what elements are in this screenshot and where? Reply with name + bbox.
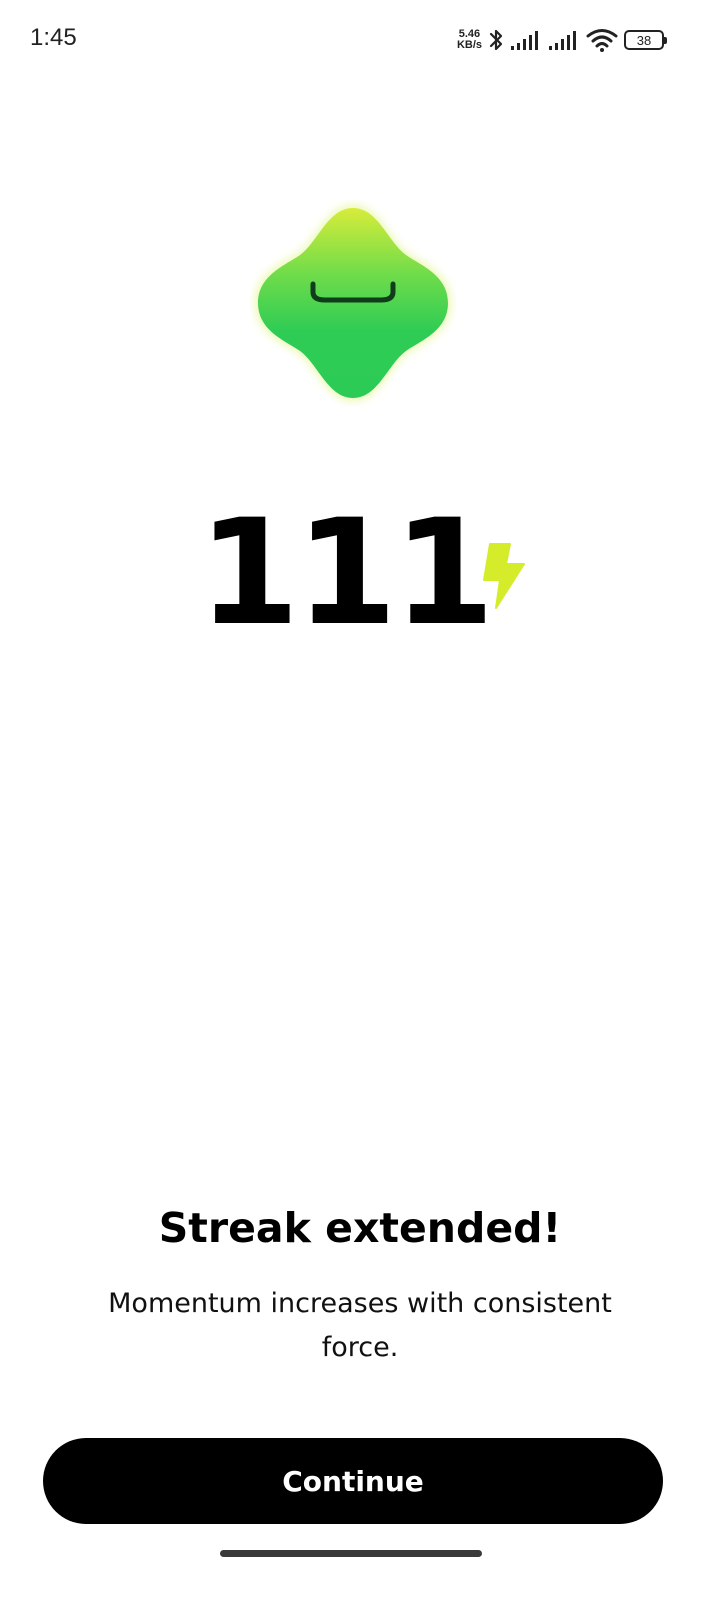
battery-icon: 38 bbox=[624, 30, 667, 50]
streak-display: 111 bbox=[0, 498, 720, 648]
network-speed-unit: KB/s bbox=[456, 39, 482, 51]
signal-icon bbox=[510, 29, 542, 51]
streak-count: 111 bbox=[198, 488, 495, 658]
bluetooth-icon bbox=[488, 27, 504, 53]
continue-button[interactable]: Continue bbox=[43, 1438, 663, 1524]
status-time: 1:45 bbox=[30, 24, 77, 51]
signal-icon bbox=[548, 29, 580, 51]
lightning-bolt-icon bbox=[482, 542, 526, 610]
smiling-green-blob-icon bbox=[250, 200, 456, 406]
streak-title: Streak extended! bbox=[158, 1204, 562, 1252]
status-icons: 5.46 KB/s 38 bbox=[457, 26, 667, 54]
wifi-icon bbox=[586, 28, 618, 52]
status-bar: 1:45 5.46 KB/s 38 bbox=[0, 0, 720, 80]
network-speed: 5.46 KB/s bbox=[457, 29, 482, 51]
streak-message: Momentum increases with consistent force… bbox=[108, 1288, 612, 1363]
battery-level: 38 bbox=[636, 32, 652, 48]
home-indicator[interactable] bbox=[220, 1550, 482, 1557]
